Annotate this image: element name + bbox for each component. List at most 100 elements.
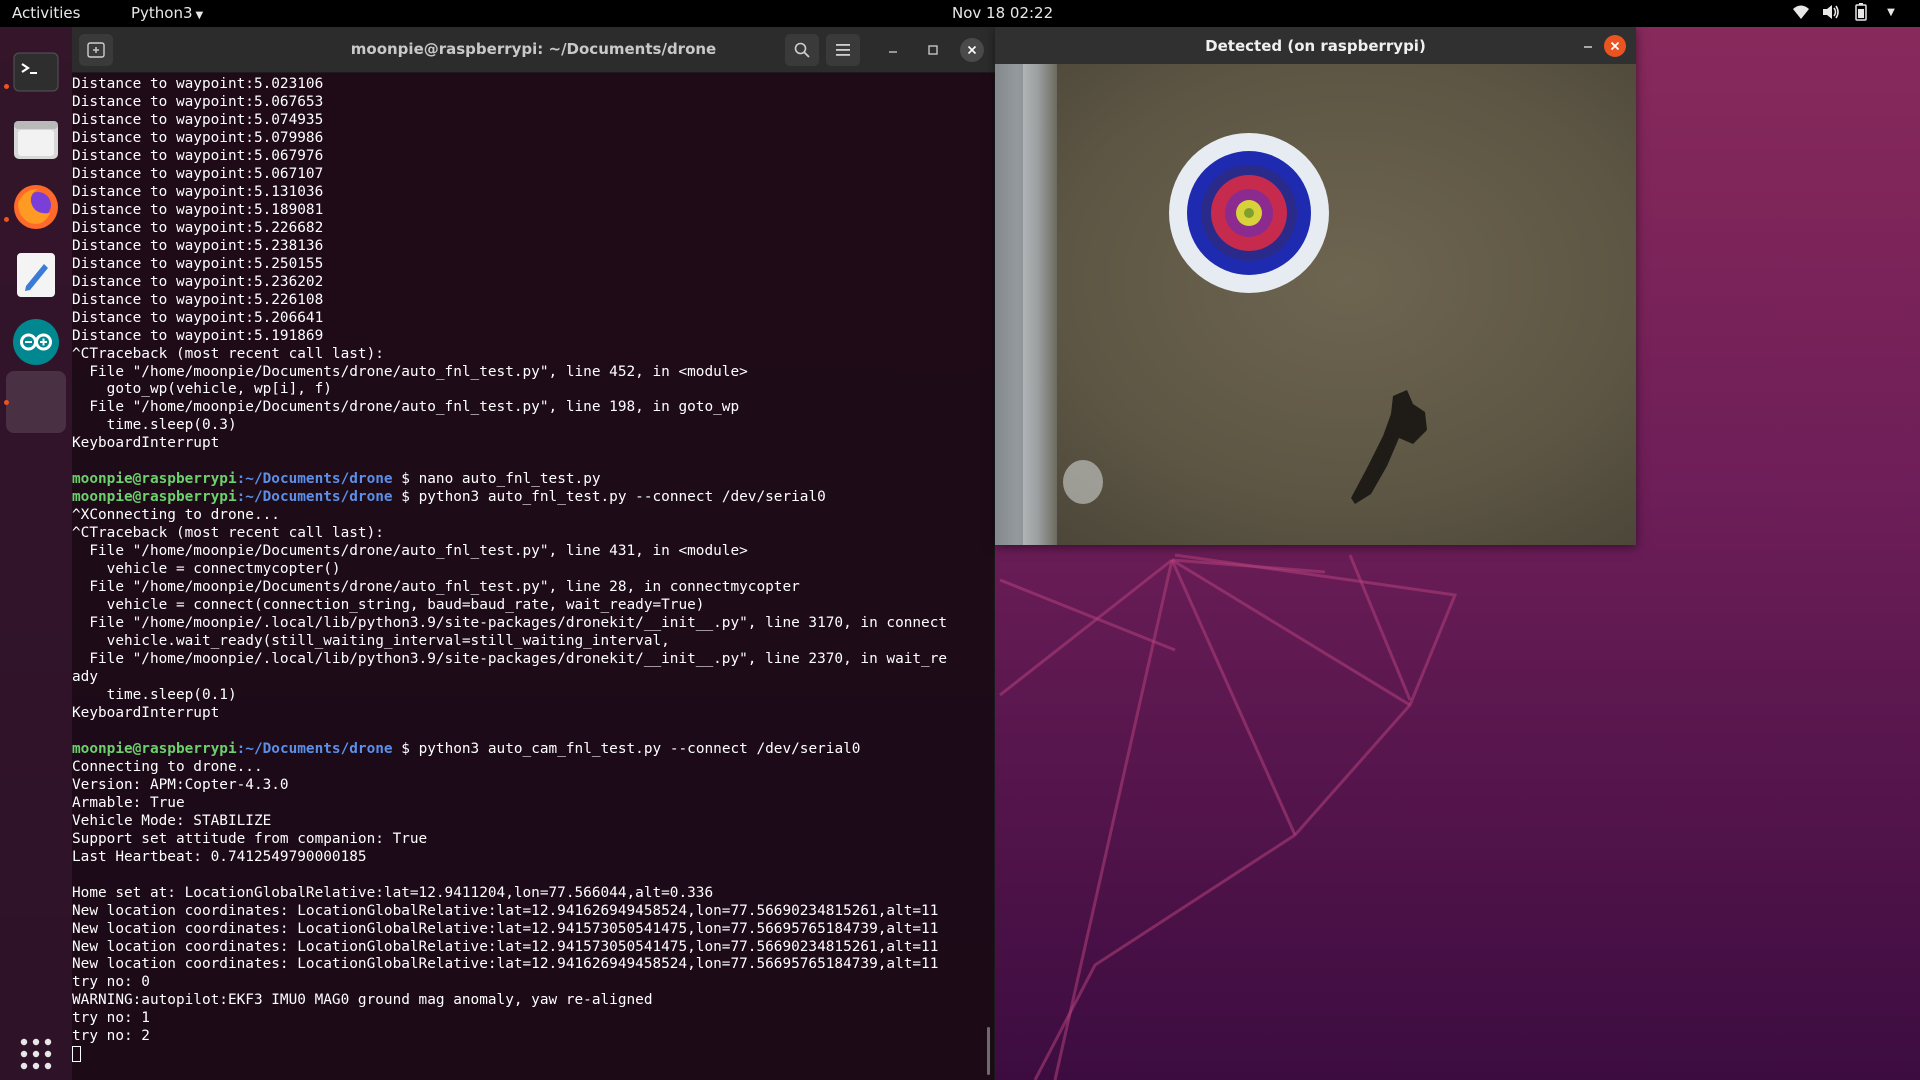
prompt-command: python3 auto_cam_fnl_test.py --connect /… [418, 740, 861, 757]
show-applications-button[interactable] [6, 1024, 66, 1080]
app-menu-label: Python3 [131, 4, 193, 22]
terminal-line: Vehicle Mode: STABILIZE [72, 812, 272, 829]
dock-item-firefox[interactable] [6, 177, 66, 237]
prompt-symbol: $ [392, 489, 419, 506]
terminal-line: try no: 2 [72, 1028, 150, 1045]
close-icon [1610, 41, 1620, 51]
terminal-line: Distance to waypoint:5.067107 [72, 165, 324, 182]
terminal-line: New location coordinates: LocationGlobal… [72, 920, 939, 937]
terminal-line: moonpie@raspberrypi:~/Documents/drone $ … [72, 489, 995, 507]
activities-button[interactable]: Activities [12, 4, 80, 22]
terminal-line: WARNING:autopilot:EKF3 IMU0 MAG0 ground … [72, 992, 653, 1009]
terminal-line: File "/home/moonpie/Documents/drone/auto… [72, 543, 748, 560]
terminal-titlebar[interactable]: moonpie@raspberrypi: ~/Documents/drone [72, 27, 995, 73]
running-indicator [4, 400, 9, 405]
hamburger-menu-icon [836, 44, 850, 56]
python-window-icon [36, 402, 37, 403]
terminal-line: ^XConnecting to drone... [72, 507, 280, 524]
terminal-line: time.sleep(0.1) [72, 686, 237, 703]
terminal-line: Version: APM:Copter-4.3.0 [72, 776, 289, 793]
terminal-line: moonpie@raspberrypi:~/Documents/drone $ … [72, 741, 995, 759]
search-button[interactable] [785, 34, 819, 66]
clock[interactable]: Nov 18 02:22 [952, 4, 1053, 22]
terminal-line: Distance to waypoint:5.189081 [72, 201, 324, 218]
menu-button[interactable] [826, 34, 860, 66]
terminal-line: File "/home/moonpie/.local/lib/python3.9… [72, 615, 948, 632]
prompt-symbol: $ [392, 740, 419, 757]
dock-item-files[interactable] [6, 109, 66, 169]
files-icon [14, 121, 58, 159]
camera-frame [995, 64, 1636, 545]
system-tray[interactable]: ▼ [1792, 3, 1900, 21]
firefox-icon [14, 185, 58, 229]
dock [0, 27, 72, 1080]
terminal-line: ^CTraceback (most recent call last): [72, 525, 384, 542]
terminal-line: Distance to waypoint:5.067976 [72, 147, 324, 164]
prompt-command: nano auto_fnl_test.py [418, 471, 601, 488]
dock-item-terminal[interactable] [6, 42, 66, 102]
terminal-scrollbar[interactable] [987, 1027, 990, 1075]
minimize-button[interactable] [881, 38, 905, 62]
terminal-line: File "/home/moonpie/Documents/drone/auto… [72, 399, 740, 416]
terminal-line: ady [72, 668, 98, 685]
app-menu[interactable]: Python3 ▼ [131, 4, 203, 22]
prompt-user: moonpie@raspberrypi [72, 471, 237, 488]
search-icon [794, 42, 810, 58]
terminal-line: Distance to waypoint:5.131036 [72, 183, 324, 200]
terminal-line: Support set attitude from companion: Tru… [72, 830, 428, 847]
terminal-line: Distance to waypoint:5.226682 [72, 219, 324, 236]
terminal-line: vehicle = connectmycopter() [72, 561, 341, 578]
detected-titlebar[interactable]: Detected (on raspberrypi) [995, 27, 1636, 64]
wifi-icon [1792, 3, 1810, 21]
maximize-button[interactable] [921, 38, 945, 62]
arduino-icon [13, 319, 59, 365]
power-menu-caret-icon: ▼ [1887, 6, 1895, 18]
terminal-line: Last Heartbeat: 0.7412549790000185 [72, 848, 367, 865]
detected-minimize-button[interactable] [1577, 35, 1599, 57]
prompt-user: moonpie@raspberrypi [72, 740, 237, 757]
terminal-line: New location coordinates: LocationGlobal… [72, 902, 939, 919]
terminal-line: Distance to waypoint:5.236202 [72, 273, 324, 290]
maximize-icon [928, 45, 938, 55]
terminal-line: Distance to waypoint:5.067653 [72, 93, 324, 110]
terminal-line: try no: 0 [72, 974, 150, 991]
text-editor-icon [17, 253, 55, 297]
terminal-line: vehicle = connect(connection_string, bau… [72, 597, 705, 614]
terminal-line: Distance to waypoint:5.226108 [72, 291, 324, 308]
dock-item-text-editor[interactable] [6, 245, 66, 305]
terminal-line: New location coordinates: LocationGlobal… [72, 938, 939, 955]
terminal-output[interactable]: Distance to waypoint:5.023106 Distance to… [72, 73, 995, 1080]
detected-close-button[interactable] [1604, 35, 1626, 57]
prompt-command: python3 auto_fnl_test.py --connect /dev/… [418, 489, 826, 506]
terminal-cursor [72, 1046, 81, 1063]
terminal-line: time.sleep(0.3) [72, 417, 237, 434]
dock-item-python-window[interactable] [6, 371, 66, 433]
terminal-window[interactable]: moonpie@raspberrypi: ~/Documents/drone D… [72, 27, 995, 1080]
terminal-line: Armable: True [72, 794, 185, 811]
terminal-line: Distance to waypoint:5.023106 [72, 76, 324, 92]
prompt-path: :~/Documents/drone [236, 489, 393, 506]
close-button[interactable] [960, 38, 984, 62]
detected-window[interactable]: Detected (on raspberrypi) [995, 27, 1636, 545]
top-bar: Activities Python3 ▼ Nov 18 02:22 ▼ [0, 0, 1920, 27]
terminal-line: goto_wp(vehicle, wp[i], f) [72, 381, 332, 398]
running-indicator [4, 84, 9, 89]
terminal-line: Distance to waypoint:5.238136 [72, 237, 324, 254]
terminal-icon [13, 52, 59, 92]
terminal-line: Home set at: LocationGlobalRelative:lat=… [72, 884, 714, 901]
terminal-line: moonpie@raspberrypi:~/Documents/drone $ … [72, 471, 995, 489]
terminal-line: KeyboardInterrupt [72, 704, 220, 721]
prompt-path: :~/Documents/drone [236, 740, 393, 757]
terminal-line: Distance to waypoint:5.079986 [72, 129, 324, 146]
chevron-down-icon: ▼ [195, 10, 204, 21]
terminal-line: Connecting to drone... [72, 758, 263, 775]
terminal-line [72, 1046, 995, 1064]
terminal-line: KeyboardInterrupt [72, 435, 220, 452]
terminal-line: vehicle.wait_ready(still_waiting_interva… [72, 633, 670, 650]
terminal-line: ^CTraceback (most recent call last): [72, 345, 384, 362]
running-indicator [4, 217, 9, 222]
terminal-line: try no: 1 [72, 1010, 150, 1027]
dock-item-arduino[interactable] [6, 312, 66, 372]
